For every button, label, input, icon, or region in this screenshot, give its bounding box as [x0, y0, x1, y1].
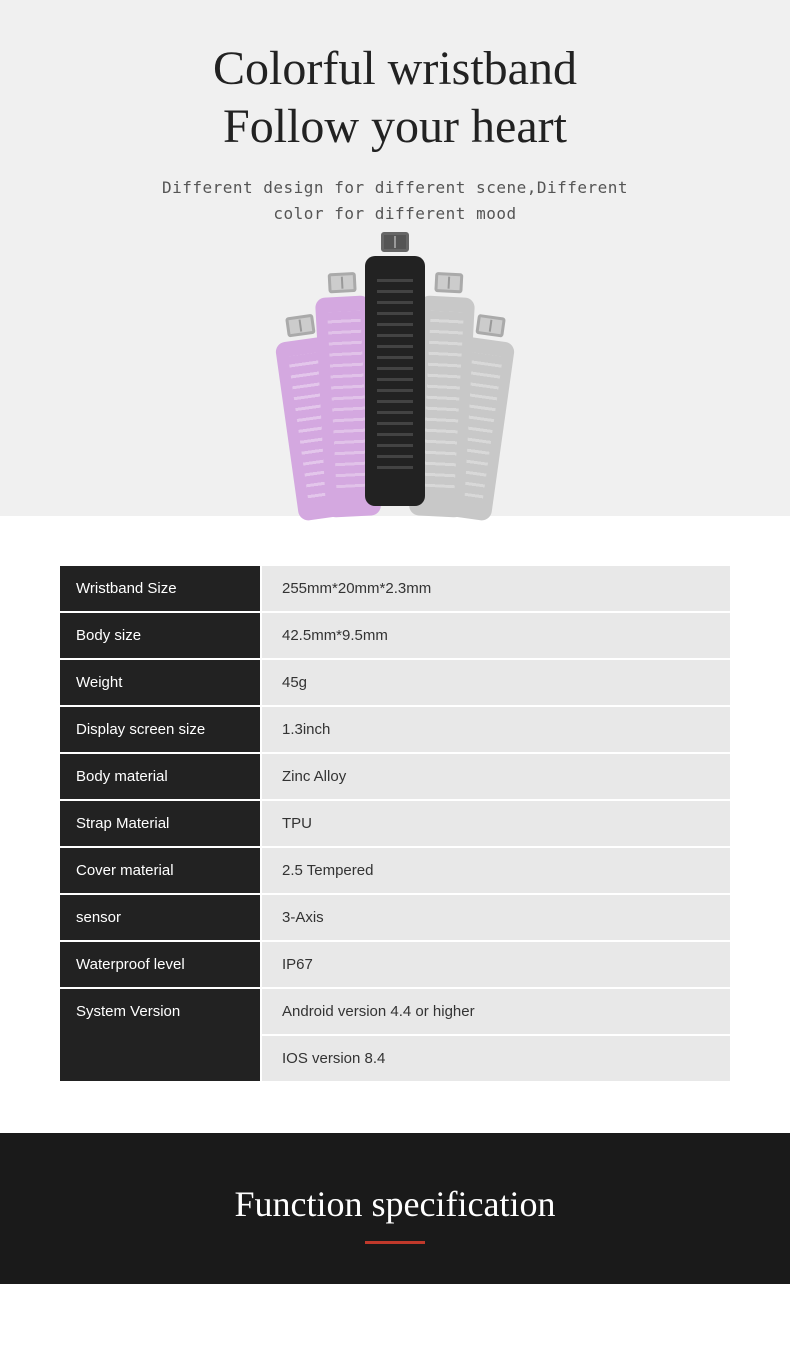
spec-row-display-screen-size: Display screen size 1.3inch	[60, 707, 730, 752]
spec-value-body-material: Zinc Alloy	[262, 754, 730, 799]
spec-value-cover-material: 2.5 Tempered	[262, 848, 730, 893]
function-title: Function specification	[40, 1183, 750, 1225]
buckle-5	[475, 314, 506, 338]
buckle-2	[327, 272, 356, 293]
spec-row-system-version: System Version Android version 4.4 or hi…	[60, 989, 730, 1081]
spec-label-body-material: Body material	[60, 754, 260, 799]
spec-row-weight: Weight 45g	[60, 660, 730, 705]
buckle-1	[285, 314, 316, 338]
spec-value-display-screen-size: 1.3inch	[262, 707, 730, 752]
band-body-3	[365, 256, 425, 506]
spec-value-wristband-size: 255mm*20mm*2.3mm	[262, 566, 730, 611]
spec-label-sensor: sensor	[60, 895, 260, 940]
spec-label-weight: Weight	[60, 660, 260, 705]
hero-subtitle-line2: color for different mood	[273, 204, 516, 223]
spec-label-strap-material: Strap Material	[60, 801, 260, 846]
spec-value-body-size: 42.5mm*9.5mm	[262, 613, 730, 658]
buckle-3	[381, 232, 409, 252]
spec-label-display-screen-size: Display screen size	[60, 707, 260, 752]
spec-label-body-size: Body size	[60, 613, 260, 658]
spec-value-ios-version: IOS version 8.4	[262, 1036, 730, 1081]
hero-section: Colorful wristband Follow your heart Dif…	[0, 0, 790, 516]
spec-label-wristband-size: Wristband Size	[60, 566, 260, 611]
spec-label-cover-material: Cover material	[60, 848, 260, 893]
spec-value-waterproof-level: IP67	[262, 942, 730, 987]
spec-value-android-version: Android version 4.4 or higher	[262, 989, 730, 1034]
spec-value-strap-material: TPU	[262, 801, 730, 846]
spec-label-system-version: System Version	[60, 989, 260, 1081]
hero-subtitle-line1: Different design for different scene,Dif…	[162, 178, 628, 197]
spec-value-sensor: 3-Axis	[262, 895, 730, 940]
spec-row-sensor: sensor 3-Axis	[60, 895, 730, 940]
band-3	[365, 232, 425, 506]
spec-row-body-material: Body material Zinc Alloy	[60, 754, 730, 799]
spec-row-wristband-size: Wristband Size 255mm*20mm*2.3mm	[60, 566, 730, 611]
wristband-illustration	[20, 256, 770, 516]
function-section: Function specification	[0, 1133, 790, 1284]
spec-row-body-size: Body size 42.5mm*9.5mm	[60, 613, 730, 658]
buckle-4	[434, 272, 463, 293]
spec-row-cover-material: Cover material 2.5 Tempered	[60, 848, 730, 893]
spec-row-waterproof-level: Waterproof level IP67	[60, 942, 730, 987]
spec-value-weight: 45g	[262, 660, 730, 705]
hero-title-line2: Follow your heart	[223, 100, 567, 153]
function-underline	[365, 1241, 425, 1244]
specs-section: Wristband Size 255mm*20mm*2.3mm Body siz…	[0, 516, 790, 1113]
spec-row-strap-material: Strap Material TPU	[60, 801, 730, 846]
hero-title-line1: Colorful wristband	[213, 42, 577, 95]
spec-label-waterproof-level: Waterproof level	[60, 942, 260, 987]
hero-subtitle: Different design for different scene,Dif…	[20, 175, 770, 226]
hero-title: Colorful wristband Follow your heart	[20, 40, 770, 155]
